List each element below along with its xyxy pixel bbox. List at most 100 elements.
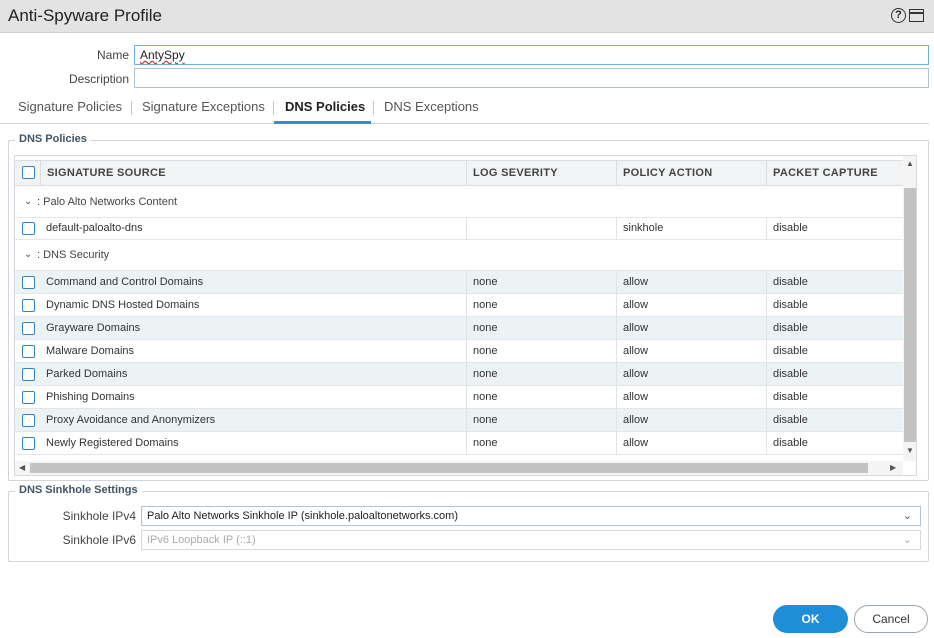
row-checkbox[interactable] bbox=[22, 391, 35, 404]
cell-severity: none bbox=[466, 432, 616, 455]
dialog-title: Anti-Spyware Profile bbox=[8, 6, 163, 25]
table-row[interactable]: Proxy Avoidance and Anonymizers none all… bbox=[15, 409, 903, 432]
table-row[interactable]: Command and Control Domains none allow d… bbox=[15, 271, 903, 294]
maximize-icon[interactable] bbox=[909, 9, 924, 22]
cell-source: Malware Domains bbox=[46, 345, 135, 357]
group-label: : Palo Alto Networks Content bbox=[37, 196, 178, 208]
dns-policies-grid: SIGNATURE SOURCE LOG SEVERITY POLICY ACT… bbox=[14, 155, 917, 476]
name-value: AntySpy bbox=[140, 48, 185, 62]
cell-capture: disable bbox=[766, 271, 903, 294]
vertical-scrollbar[interactable]: ▲ ▼ bbox=[903, 156, 916, 461]
table-row[interactable]: default-paloalto-dns sinkhole disable bbox=[15, 217, 903, 240]
profile-tabs: Signature Policies Signature Exceptions … bbox=[0, 94, 929, 124]
help-icon[interactable]: ? bbox=[891, 8, 906, 23]
column-packet-capture[interactable]: PACKET CAPTURE bbox=[766, 161, 903, 185]
cell-capture: disable bbox=[766, 363, 903, 386]
active-tab-indicator bbox=[274, 121, 371, 124]
table-row[interactable]: Newly Registered Domains none allow disa… bbox=[15, 432, 903, 455]
cell-severity: none bbox=[466, 386, 616, 409]
sinkhole-ipv4-value: Palo Alto Networks Sinkhole IP (sinkhole… bbox=[147, 510, 459, 522]
description-input[interactable] bbox=[134, 68, 929, 88]
dialog-titlebar: Anti-Spyware Profile ? bbox=[0, 0, 934, 33]
tab-dns-policies[interactable]: DNS Policies bbox=[285, 99, 365, 114]
name-input[interactable]: AntySpy bbox=[134, 45, 929, 65]
sinkhole-ipv6-select: IPv6 Loopback IP (::1) ⌄ bbox=[141, 530, 921, 550]
chevron-down-icon[interactable]: ⌄ bbox=[24, 249, 32, 260]
dns-sinkhole-fieldset bbox=[8, 491, 929, 562]
cell-severity: none bbox=[466, 317, 616, 340]
cell-source: Proxy Avoidance and Anonymizers bbox=[46, 414, 216, 426]
cell-severity: none bbox=[466, 294, 616, 317]
select-all-checkbox[interactable] bbox=[22, 166, 35, 179]
tab-divider bbox=[131, 101, 132, 115]
cell-capture: disable bbox=[766, 340, 903, 363]
tab-signature-policies[interactable]: Signature Policies bbox=[18, 99, 122, 114]
row-checkbox[interactable] bbox=[22, 437, 35, 450]
cell-source: default-paloalto-dns bbox=[46, 222, 143, 234]
cell-capture: disable bbox=[766, 294, 903, 317]
cell-capture: disable bbox=[766, 432, 903, 455]
sinkhole-ipv6-value: IPv6 Loopback IP (::1) bbox=[147, 534, 256, 546]
tab-dns-exceptions[interactable]: DNS Exceptions bbox=[384, 99, 479, 114]
scroll-left-icon[interactable]: ◀ bbox=[19, 463, 25, 472]
cell-capture: disable bbox=[766, 409, 903, 432]
cancel-button[interactable]: Cancel bbox=[854, 605, 928, 633]
chevron-down-icon[interactable]: ⌄ bbox=[24, 196, 32, 207]
cell-action: allow bbox=[616, 363, 766, 386]
table-row[interactable]: Malware Domains none allow disable bbox=[15, 340, 903, 363]
grid-header: SIGNATURE SOURCE LOG SEVERITY POLICY ACT… bbox=[15, 160, 903, 186]
sinkhole-ipv6-label: Sinkhole IPv6 bbox=[62, 533, 136, 547]
table-row[interactable]: Dynamic DNS Hosted Domains none allow di… bbox=[15, 294, 903, 317]
cell-action: sinkhole bbox=[616, 217, 766, 240]
cell-source: Phishing Domains bbox=[46, 391, 135, 403]
cell-source: Dynamic DNS Hosted Domains bbox=[46, 299, 200, 311]
tab-divider bbox=[373, 101, 374, 115]
cell-source: Newly Registered Domains bbox=[46, 437, 179, 449]
chevron-down-icon: ⌄ bbox=[902, 510, 912, 522]
sinkhole-ipv4-select[interactable]: Palo Alto Networks Sinkhole IP (sinkhole… bbox=[141, 506, 921, 526]
row-checkbox[interactable] bbox=[22, 345, 35, 358]
cell-source: Command and Control Domains bbox=[46, 276, 204, 288]
column-signature-source[interactable]: SIGNATURE SOURCE bbox=[40, 161, 466, 185]
column-policy-action[interactable]: POLICY ACTION bbox=[616, 161, 766, 185]
chevron-down-icon: ⌄ bbox=[902, 534, 912, 546]
row-checkbox[interactable] bbox=[22, 322, 35, 335]
table-row[interactable]: Grayware Domains none allow disable bbox=[15, 317, 903, 340]
cell-action: allow bbox=[616, 386, 766, 409]
row-checkbox[interactable] bbox=[22, 368, 35, 381]
sinkhole-ipv4-label: Sinkhole IPv4 bbox=[62, 509, 136, 523]
table-row[interactable]: Parked Domains none allow disable bbox=[15, 363, 903, 386]
dns-sinkhole-legend: DNS Sinkhole Settings bbox=[15, 484, 142, 496]
cell-action: allow bbox=[616, 317, 766, 340]
row-checkbox[interactable] bbox=[22, 299, 35, 312]
cell-capture: disable bbox=[766, 217, 903, 240]
group-palo-alto-content[interactable]: ⌄ : Palo Alto Networks Content bbox=[15, 187, 903, 218]
scroll-down-icon[interactable]: ▼ bbox=[906, 446, 914, 455]
scroll-right-icon[interactable]: ▶ bbox=[890, 463, 896, 472]
cell-action: allow bbox=[616, 271, 766, 294]
cell-severity bbox=[466, 217, 616, 240]
cell-severity: none bbox=[466, 271, 616, 294]
description-label: Description bbox=[68, 72, 129, 86]
cell-capture: disable bbox=[766, 317, 903, 340]
row-checkbox[interactable] bbox=[22, 276, 35, 289]
vertical-scroll-thumb[interactable] bbox=[904, 188, 916, 442]
column-log-severity[interactable]: LOG SEVERITY bbox=[466, 161, 616, 185]
row-checkbox[interactable] bbox=[22, 414, 35, 427]
cell-action: allow bbox=[616, 294, 766, 317]
table-row[interactable]: Phishing Domains none allow disable bbox=[15, 386, 903, 409]
ok-button[interactable]: OK bbox=[773, 605, 848, 633]
cell-severity: none bbox=[466, 363, 616, 386]
cell-severity: none bbox=[466, 409, 616, 432]
horizontal-scrollbar[interactable]: ◀ ▶ bbox=[15, 461, 903, 475]
group-dns-security[interactable]: ⌄ : DNS Security bbox=[15, 240, 903, 271]
tab-divider bbox=[273, 101, 274, 115]
horizontal-scroll-thumb[interactable] bbox=[30, 463, 868, 473]
row-checkbox[interactable] bbox=[22, 222, 35, 235]
scroll-up-icon[interactable]: ▲ bbox=[906, 159, 914, 168]
cell-action: allow bbox=[616, 432, 766, 455]
group-label: : DNS Security bbox=[37, 249, 110, 261]
cell-source: Grayware Domains bbox=[46, 322, 141, 334]
tab-signature-exceptions[interactable]: Signature Exceptions bbox=[142, 99, 265, 114]
cell-severity: none bbox=[466, 340, 616, 363]
